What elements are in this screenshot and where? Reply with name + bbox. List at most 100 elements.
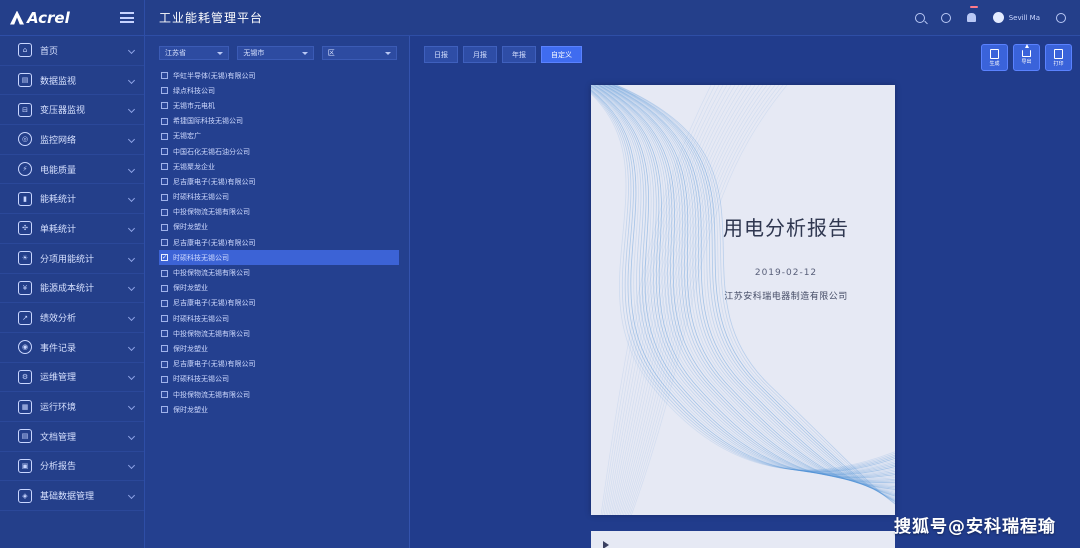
company-item[interactable]: 华虹半导体(无锡)有限公司	[159, 68, 399, 83]
company-item[interactable]: 无锡市元电机	[159, 98, 399, 113]
company-checkbox[interactable]	[161, 375, 168, 383]
user-menu[interactable]: Sevill Ma	[992, 12, 1040, 23]
generate-label: 生成	[989, 60, 1000, 67]
company-checkbox[interactable]	[161, 117, 168, 125]
company-item[interactable]: ✓ 时硕科技无锡公司	[159, 250, 399, 266]
user-name: Sevill Ma	[1008, 13, 1040, 22]
company-checkbox[interactable]	[161, 208, 168, 216]
company-checkbox[interactable]	[161, 406, 168, 414]
city-select[interactable]: 无锡市	[237, 46, 314, 60]
company-item[interactable]: 保时龙塑业	[159, 341, 399, 356]
export-button[interactable]: 导出	[1013, 44, 1040, 71]
company-checkbox[interactable]	[161, 178, 168, 186]
sidebar-item-label: 分项用能统计	[40, 254, 95, 265]
city-value: 无锡市	[243, 49, 265, 57]
company-checkbox[interactable]	[161, 239, 168, 247]
company-list: 华虹半导体(无锡)有限公司 绿点科技公司 无锡市元电机 希捷国际科技无锡公司 无锡宏广中…	[145, 68, 409, 417]
menu-toggle-icon[interactable]	[120, 12, 134, 23]
company-item[interactable]: 中投保物流无锡有限公司	[159, 205, 399, 220]
company-item[interactable]: 尼吉康电子(无锡)有限公司	[159, 357, 399, 372]
sidebar-item[interactable]: ▦ 运行环境	[0, 392, 144, 422]
company-checkbox[interactable]	[161, 72, 168, 80]
company-checkbox[interactable]	[161, 360, 168, 368]
globe-icon[interactable]	[1056, 12, 1066, 23]
company-checkbox[interactable]	[161, 148, 168, 156]
sidebar-item[interactable]: ▤ 数据监视	[0, 66, 144, 96]
company-item[interactable]: 无锡宏广	[159, 129, 399, 144]
company-item[interactable]: 中投保物流无锡有限公司	[159, 387, 399, 402]
company-checkbox[interactable]	[161, 132, 168, 140]
tab-1[interactable]: 月报	[463, 46, 497, 63]
company-item[interactable]: 保时龙塑业	[159, 281, 399, 296]
logo[interactable]: Acrel	[10, 9, 70, 27]
company-item[interactable]: 中投保物流无锡有限公司	[159, 265, 399, 280]
company-name: 中投保物流无锡有限公司	[173, 208, 250, 217]
company-item[interactable]: 保时龙塑业	[159, 220, 399, 235]
database-icon: ◈	[18, 488, 32, 503]
sidebar-item[interactable]: ◈ 基础数据管理	[0, 481, 144, 511]
sidebar-item[interactable]: ✣ 单耗统计	[0, 214, 144, 244]
company-item[interactable]: 希捷国际科技无锡公司	[159, 114, 399, 129]
report-company: 江苏安科瑞电器制造有限公司	[724, 292, 848, 302]
print-label: 打印	[1053, 60, 1064, 67]
sidebar-item[interactable]: ▤ 文档管理	[0, 422, 144, 452]
company-item[interactable]: 绿点科技公司	[159, 83, 399, 98]
sidebar-item[interactable]: ◉ 事件记录	[0, 333, 144, 363]
company-item[interactable]: 无锡聚龙企业	[159, 159, 399, 174]
company-item[interactable]: 保时龙塑业	[159, 402, 399, 417]
company-checkbox[interactable]	[161, 299, 168, 307]
company-checkbox[interactable]	[161, 223, 168, 231]
document-icon	[990, 48, 999, 59]
company-checkbox[interactable]	[161, 193, 168, 201]
tab-3[interactable]: 自定义	[541, 46, 582, 63]
chevron-down-icon	[127, 432, 136, 440]
sidebar-item[interactable]: ↗ 绩效分析	[0, 303, 144, 333]
sidebar-item[interactable]: ⚙ 运维管理	[0, 363, 144, 393]
company-checkbox[interactable]	[161, 102, 168, 110]
chevron-down-icon	[127, 195, 136, 203]
sidebar-item[interactable]: ¥ 能源成本统计	[0, 274, 144, 304]
bar-chart-icon: ▮	[18, 191, 32, 206]
sidebar-item[interactable]: ◎ 监控网络	[0, 125, 144, 155]
notification-button[interactable]	[966, 5, 978, 23]
tab-2[interactable]: 年报	[502, 46, 536, 63]
province-select[interactable]: 江苏省	[159, 46, 230, 60]
company-item[interactable]: 时硕科技无锡公司	[159, 372, 399, 387]
sidebar-item[interactable]: ⚡ 电能质量	[0, 155, 144, 185]
sidebar-item[interactable]: ☀ 分项用能统计	[0, 244, 144, 274]
company-item[interactable]: 尼吉康电子(无锡)有限公司	[159, 235, 399, 250]
company-item[interactable]: 中投保物流无锡有限公司	[159, 326, 399, 341]
help-icon[interactable]	[940, 12, 951, 23]
transformer-icon: ⊟	[18, 102, 32, 117]
company-name: 保时龙塑业	[173, 405, 208, 414]
district-select[interactable]: 区	[321, 46, 397, 60]
company-checkbox[interactable]	[161, 315, 168, 323]
company-item[interactable]: 时硕科技无锡公司	[159, 190, 399, 205]
generate-button[interactable]: 生成	[981, 44, 1008, 71]
export-label: 导出	[1021, 59, 1032, 65]
company-item[interactable]: 尼吉康电子(无锡)有限公司	[159, 174, 399, 189]
company-item[interactable]: 中国石化无锡石油分公司	[159, 144, 399, 159]
company-checkbox[interactable]: ✓	[161, 254, 168, 262]
company-checkbox[interactable]	[161, 345, 168, 353]
company-item[interactable]: 尼吉康电子(无锡)有限公司	[159, 296, 399, 311]
company-checkbox[interactable]	[161, 330, 168, 338]
sidebar-item[interactable]: ▮ 能耗统计	[0, 184, 144, 215]
sidebar-menu: ⌂ 首页 ▤ 数据监视 ⊟ 变压器监视 ◎ 监控网络 ⚡ 电能质量 ▮ 能耗统计 ✣ 单耗统计 ☀ 分项用能统…	[0, 36, 144, 511]
company-checkbox[interactable]	[161, 87, 168, 95]
company-checkbox[interactable]	[161, 284, 168, 292]
print-button[interactable]: 打印	[1045, 44, 1072, 71]
company-item[interactable]: 时硕科技无锡公司	[159, 311, 399, 326]
company-checkbox[interactable]	[161, 269, 168, 277]
company-checkbox[interactable]	[161, 391, 168, 399]
company-checkbox[interactable]	[161, 163, 168, 171]
company-name: 希捷国际科技无锡公司	[173, 117, 243, 126]
sidebar-item[interactable]: ▣ 分析报告	[0, 452, 144, 482]
power-quality-icon: ⚡	[18, 162, 32, 177]
search-icon[interactable]	[914, 12, 925, 23]
upload-icon	[1022, 44, 1031, 57]
expand-arrow-icon[interactable]	[603, 541, 609, 548]
tab-0[interactable]: 日报	[424, 46, 458, 63]
sidebar-item[interactable]: ⌂ 首页	[0, 36, 144, 66]
sidebar-item[interactable]: ⊟ 变压器监视	[0, 95, 144, 126]
